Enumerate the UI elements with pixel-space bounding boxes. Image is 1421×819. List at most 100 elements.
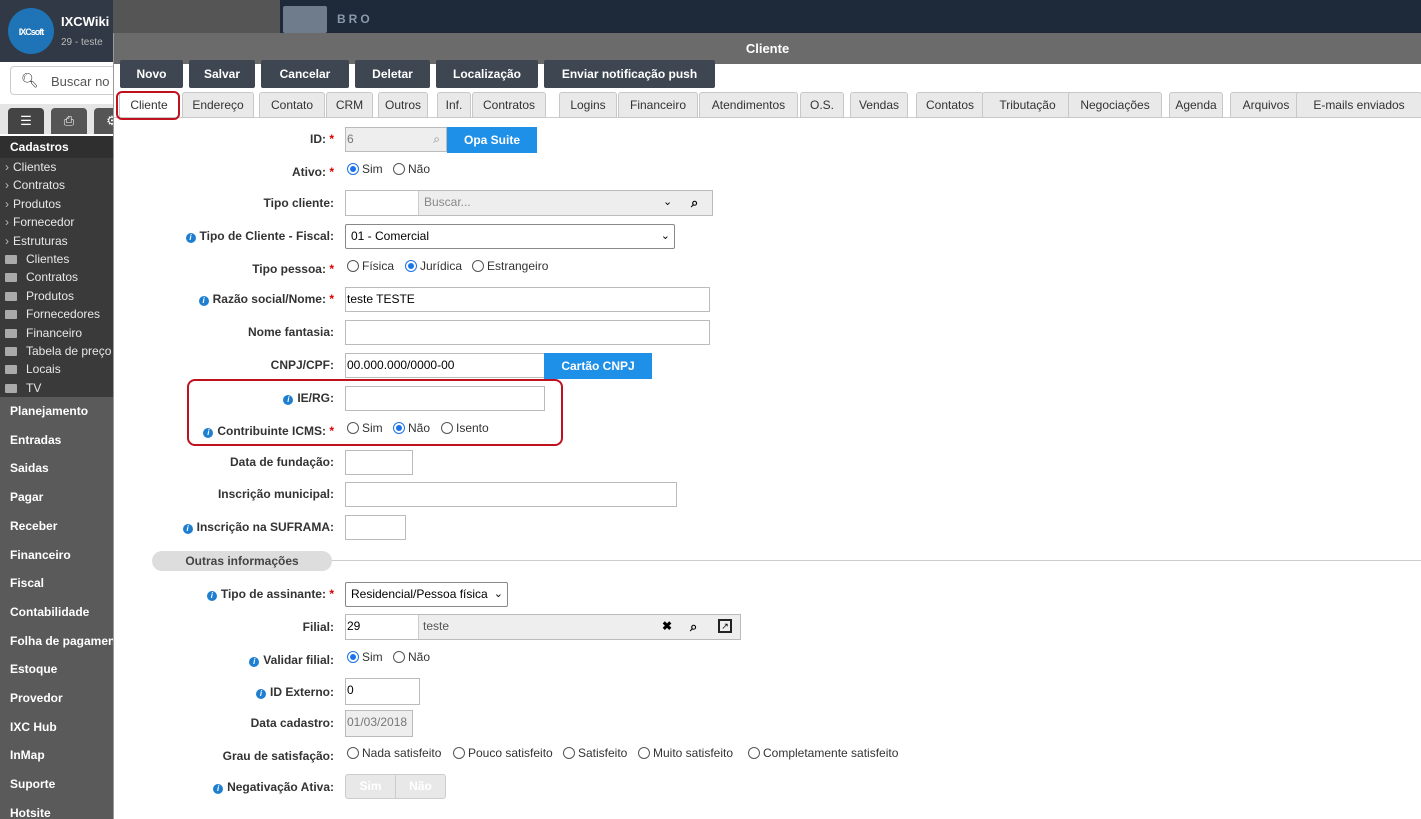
sidebar-folder-item[interactable]: Fornecedores [0, 305, 113, 324]
tab-inf-[interactable]: Inf. [437, 92, 471, 118]
tipo-pessoa-estrangeiro-radio[interactable]: Estrangeiro [472, 259, 548, 273]
sidebar-menu-item[interactable]: Receber [0, 511, 113, 541]
settings-tab-icon[interactable]: ⚙ [94, 108, 113, 134]
assinante-select[interactable]: Residencial/Pessoa física ⌄ [345, 582, 508, 607]
tab-vendas[interactable]: Vendas [850, 92, 908, 118]
search-icon[interactable]: ⌕ [433, 128, 440, 151]
sidebar-menu-item[interactable]: Pagar [0, 483, 113, 512]
toolbar-button[interactable]: Salvar [189, 60, 255, 88]
cartao-cnpj-button[interactable]: Cartão CNPJ [544, 353, 652, 379]
grau-option-radio[interactable]: Nada satisfeito [347, 746, 441, 760]
icms-sim-radio[interactable]: Sim [347, 421, 383, 435]
sidebar-folder-item[interactable]: Contratos [0, 268, 113, 287]
sidebar-menu-item[interactable]: Estoque [0, 655, 113, 684]
tab-crm[interactable]: CRM [326, 92, 373, 118]
sidebar-menu-item[interactable]: Financeiro [0, 540, 113, 570]
icms-isento-radio[interactable]: Isento [441, 421, 489, 435]
sidebar-folder-item[interactable]: Tabela de preço [0, 341, 113, 361]
sidebar-folder-item[interactable]: Locais [0, 360, 113, 379]
tab-atendimentos[interactable]: Atendimentos [699, 92, 798, 118]
negativacao-sim-toggle[interactable]: Sim [345, 774, 396, 799]
search-icon[interactable]: ⌕ [690, 615, 697, 638]
tipo-cliente-search-input[interactable]: Buscar... [424, 191, 471, 214]
tab-logins[interactable]: Logins [559, 92, 617, 118]
id-externo-input[interactable]: 0 [345, 678, 420, 705]
sidebar-menu-item[interactable]: Saidas [0, 454, 113, 484]
sidebar-menu-item[interactable]: Contabilidade [0, 597, 113, 627]
tab-o-s-[interactable]: O.S. [800, 92, 844, 118]
filial-field[interactable]: 29 teste ✖ ⌕ ↗ [345, 614, 741, 640]
tab-tributa-o[interactable]: Tributação [982, 92, 1073, 118]
tipo-cliente-id-input[interactable] [346, 191, 419, 215]
sidebar-subitem[interactable]: › Contratos [0, 176, 113, 195]
sidebar-menu-item[interactable]: Fiscal [0, 569, 113, 598]
print-tab-icon[interactable]: ⎙ [51, 108, 87, 134]
tab-e-mails-enviados[interactable]: E-mails enviados [1296, 92, 1421, 118]
toolbar-button[interactable]: Deletar [355, 60, 430, 88]
grau-option-label: Pouco satisfeito [468, 746, 553, 760]
sidebar-folder-item[interactable]: Produtos [0, 286, 113, 306]
filial-id-input[interactable]: 29 [346, 615, 419, 639]
tab-endere-o[interactable]: Endereço [182, 92, 254, 118]
sidebar-folder-item[interactable]: Financeiro [0, 323, 113, 342]
negativacao-nao-toggle[interactable]: Não [395, 774, 446, 799]
sidebar-subitem[interactable]: › Produtos [0, 194, 113, 214]
sidebar-menu-item[interactable]: Entradas [0, 425, 113, 455]
search-icon[interactable]: ⌕ [691, 191, 698, 214]
tab-financeiro[interactable]: Financeiro [618, 92, 698, 118]
sidebar-menu-item[interactable]: Hotsite [0, 798, 113, 819]
tab-outros[interactable]: Outros [378, 92, 428, 118]
grau-option-radio[interactable]: Satisfeito [563, 746, 627, 760]
sidebar-menu-item[interactable]: Suporte [0, 770, 113, 799]
fantasia-input[interactable] [345, 320, 710, 345]
tipo-pessoa-fisica-radio[interactable]: Física [347, 259, 394, 273]
sidebar-menu-item[interactable]: IXC Hub [0, 712, 113, 742]
ativo-nao-radio[interactable]: Não [393, 162, 430, 176]
open-external-icon[interactable]: ↗ [718, 619, 732, 633]
tab-contratos[interactable]: Contratos [472, 92, 546, 118]
validar-sim-radio[interactable]: Sim [347, 650, 383, 664]
sidebar-menu-item[interactable]: Planejamento [0, 397, 113, 426]
tab-contatos[interactable]: Contatos [916, 92, 984, 118]
opa-suite-button[interactable]: Opa Suite [447, 127, 537, 153]
tipo-fiscal-select[interactable]: 01 - Comercial ⌄ [345, 224, 675, 249]
grau-option-radio[interactable]: Completamente satisfeito [748, 746, 898, 760]
sidebar-header: IXCsoft IXCWiki 29 - teste ⇥ [0, 0, 113, 62]
chevron-down-icon[interactable]: ⌄ [663, 191, 672, 214]
sidebar-subitem-label: Fornecedor [13, 215, 75, 230]
grau-option-radio[interactable]: Pouco satisfeito [453, 746, 553, 760]
sidebar-subitem[interactable]: › Clientes [0, 158, 113, 177]
sidebar-search[interactable]: 🔍︎ Buscar no [10, 66, 113, 95]
ativo-sim-radio[interactable]: Sim [347, 162, 383, 176]
sidebar-subitem[interactable]: › Fornecedor [0, 213, 113, 232]
grau-option-radio[interactable]: Muito satisfeito [638, 746, 733, 760]
sidebar-subitem[interactable]: › Estruturas [0, 231, 113, 250]
sidebar-menu-item[interactable]: InMap [0, 741, 113, 771]
sidebar-folder-item[interactable]: TV [0, 378, 113, 398]
tipo-cliente-field[interactable]: Buscar... ⌄ ⌕ [345, 190, 713, 216]
razao-input[interactable]: teste TESTE [345, 287, 710, 312]
ie-input[interactable] [345, 386, 545, 411]
toolbar-button[interactable]: Localização [436, 60, 538, 88]
validar-nao-radio[interactable]: Não [393, 650, 430, 664]
tab-contato[interactable]: Contato [259, 92, 325, 118]
outras-informacoes-title[interactable]: Outras informações [152, 551, 332, 571]
fundacao-input[interactable] [345, 450, 413, 475]
sidebar-menu-item[interactable]: Folha de pagamento [0, 626, 113, 656]
tipo-pessoa-juridica-radio[interactable]: Jurídica [405, 259, 462, 273]
toolbar-button[interactable]: Cancelar [261, 60, 349, 88]
municipal-input[interactable] [345, 482, 677, 507]
clear-icon[interactable]: ✖ [662, 615, 672, 638]
tab-agenda[interactable]: Agenda [1169, 92, 1223, 118]
suframa-input[interactable] [345, 515, 406, 540]
tab-arquivos[interactable]: Arquivos [1230, 92, 1302, 118]
tab-negocia-es[interactable]: Negociações [1068, 92, 1162, 118]
cnpj-input[interactable]: 00.000.000/0000-00 [345, 353, 545, 378]
toolbar-button[interactable]: Novo [120, 60, 183, 88]
sidebar-folder-item[interactable]: Clientes [0, 249, 113, 269]
icms-nao-radio[interactable]: Não [393, 421, 430, 435]
sidebar-menu-item[interactable]: Provedor [0, 683, 113, 713]
menu-list-tab-icon[interactable]: ☰ [8, 108, 44, 134]
sidebar-section-cadastros[interactable]: Cadastros [0, 136, 113, 158]
toolbar-button[interactable]: Enviar notificação push [544, 60, 715, 88]
